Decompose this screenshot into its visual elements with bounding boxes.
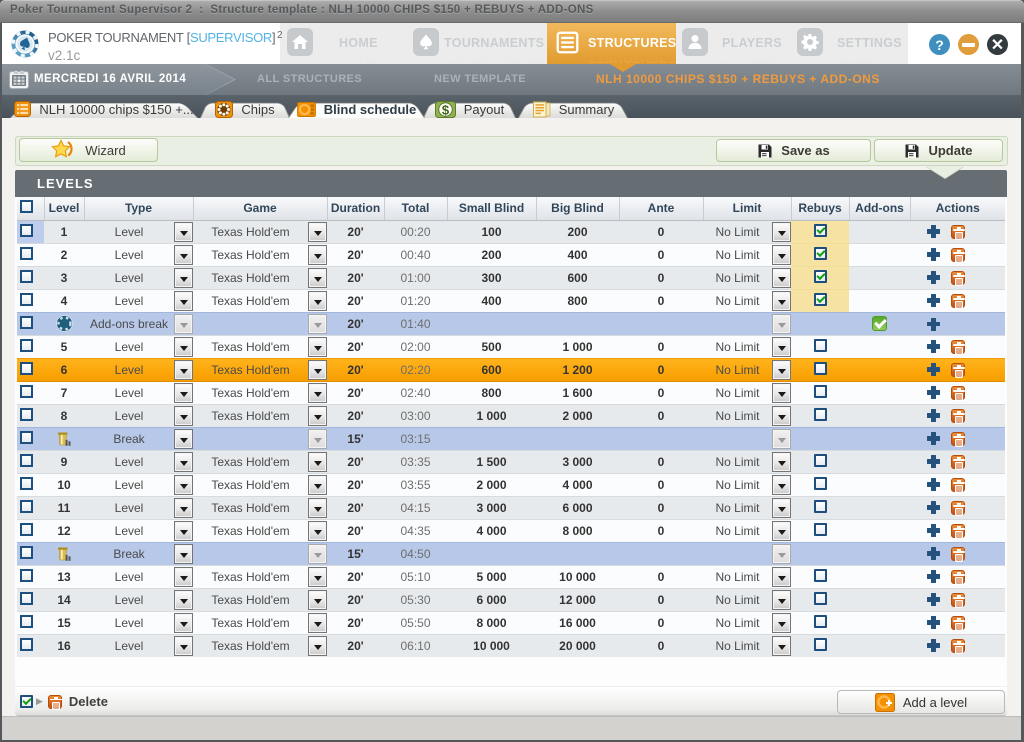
svg-text:$: $ — [442, 102, 450, 117]
